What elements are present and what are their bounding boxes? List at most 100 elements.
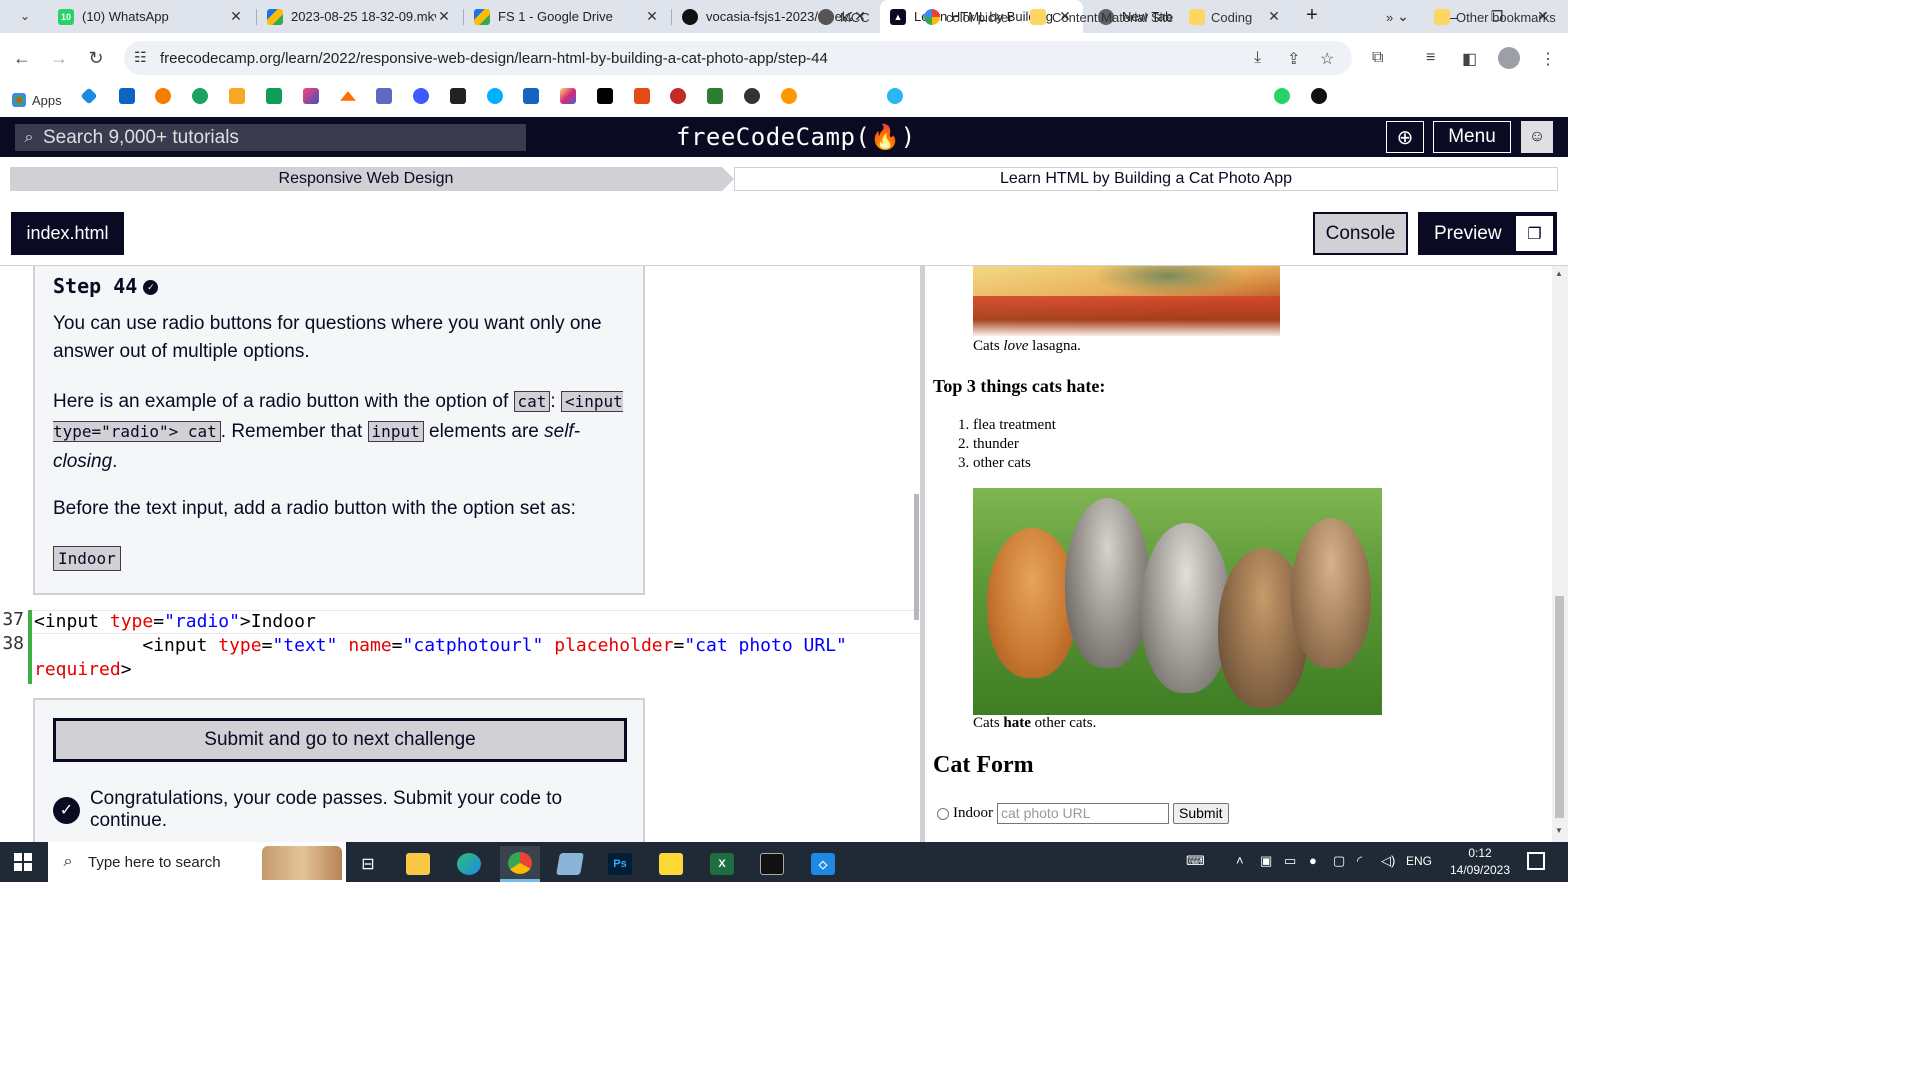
scroll-thumb[interactable] [1555, 596, 1564, 818]
notification-icon[interactable] [1527, 852, 1545, 870]
bookmark-icon[interactable] [192, 88, 208, 104]
tab-search-chevron-icon[interactable]: ⌄ [8, 4, 42, 28]
whatsapp-icon[interactable] [1274, 88, 1290, 104]
url-text[interactable]: freecodecamp.org/learn/2022/responsive-w… [160, 50, 828, 67]
bookmark-icon[interactable] [303, 88, 319, 104]
fcc-logo[interactable]: freeCodeCamp(🔥) [676, 123, 916, 151]
popout-window-icon[interactable]: ❐ [1516, 216, 1553, 251]
bookmark-icon[interactable] [523, 88, 539, 104]
keyboard-icon[interactable]: ⌨ [1186, 853, 1205, 869]
telegram-icon[interactable] [887, 88, 903, 104]
bookmark-icon[interactable] [376, 88, 392, 104]
submit-next-challenge-button[interactable]: Submit and go to next challenge [53, 718, 627, 762]
bookmark-icon[interactable] [487, 88, 503, 104]
bookmark-icon[interactable] [634, 88, 650, 104]
omnibox[interactable]: ☷ freecodecamp.org/learn/2022/responsive… [124, 41, 1352, 75]
install-app-icon[interactable]: ⤓ [1254, 49, 1261, 67]
github-icon[interactable] [1311, 88, 1327, 104]
forward-arrow-icon[interactable]: → [47, 46, 71, 70]
display-icon[interactable]: ▢ [1333, 853, 1345, 869]
bookmark-folder-coding[interactable]: Coding [1189, 5, 1252, 29]
close-icon[interactable]: ✕ [1266, 8, 1282, 25]
sticky-notes-icon[interactable] [651, 846, 691, 882]
meet-now-icon[interactable]: ▣ [1260, 853, 1272, 869]
bookmark-star-icon[interactable]: ☆ [1320, 49, 1334, 69]
chevron-up-icon[interactable]: ˄ [1236, 853, 1244, 868]
edge-icon[interactable] [449, 846, 489, 882]
back-arrow-icon[interactable]: ← [10, 46, 34, 70]
form-submit-button[interactable]: Submit [1173, 803, 1229, 824]
excel-icon[interactable]: X [702, 846, 742, 882]
bookmark-folder-content-material[interactable]: Content.Material Site [1030, 5, 1173, 29]
bookmarks-overflow-button[interactable]: » [1386, 5, 1393, 29]
close-icon[interactable]: ✕ [436, 8, 452, 25]
profile-avatar[interactable] [1498, 47, 1520, 69]
code-line-37[interactable]: <input type="radio">Indoor [34, 610, 316, 634]
google-sheets-icon[interactable] [266, 88, 282, 104]
bookmark-folder-other[interactable]: Other bookmarks [1434, 5, 1556, 29]
tab-drive[interactable]: FS 1 - Google Drive ✕ [464, 0, 670, 33]
bookmark-icon[interactable] [229, 88, 245, 104]
task-view-icon[interactable]: ⊟ [348, 846, 388, 882]
new-tab-button[interactable]: + [1298, 4, 1326, 28]
wifi-icon[interactable]: ◜ [1357, 853, 1362, 869]
language-indicator[interactable]: ENG [1406, 854, 1432, 868]
bookmark-icon[interactable] [744, 88, 760, 104]
kebab-menu-icon[interactable]: ⋮ [1540, 49, 1556, 69]
bookmark-icon[interactable] [670, 88, 686, 104]
code-token: "catphotourl" [402, 635, 544, 656]
site-info-icon[interactable]: ☷ [134, 49, 147, 66]
microphone-icon[interactable]: ● [1309, 853, 1317, 868]
windows-start-icon[interactable] [14, 853, 32, 871]
close-icon[interactable]: ✕ [228, 8, 244, 25]
file-explorer-icon[interactable] [398, 846, 438, 882]
code-line-38[interactable]: <input type="text" name="catphotourl" pl… [34, 634, 847, 658]
language-globe-icon[interactable]: ⊕ [1386, 121, 1424, 153]
chrome-taskbar-icon[interactable] [500, 846, 540, 882]
extensions-icon[interactable]: ⧉ [1372, 49, 1383, 67]
breadcrumb-course[interactable]: Responsive Web Design [10, 167, 722, 191]
instagram-icon[interactable] [560, 88, 576, 104]
cat-photo-url-input[interactable]: cat photo URL [997, 803, 1169, 824]
terminal-icon[interactable] [752, 846, 792, 882]
tab-whatsapp[interactable]: 10 (10) WhatsApp ✕ [48, 0, 254, 33]
scroll-down-icon[interactable]: ▼ [1555, 826, 1563, 835]
bookmark-apps[interactable]: Apps [12, 88, 62, 112]
tab-video[interactable]: 2023-08-25 18-32-09.mkv ✕ [257, 0, 462, 33]
reload-icon[interactable]: ↻ [84, 46, 108, 70]
tiktok-icon[interactable] [597, 88, 613, 104]
system-clock[interactable]: 0:12 14/09/2023 [1447, 845, 1513, 879]
notepad-icon[interactable] [550, 846, 590, 882]
bookmark-icon[interactable] [155, 88, 171, 104]
code-line-38-wrap[interactable]: required> [34, 658, 132, 682]
bookmark-icon[interactable] [781, 88, 797, 104]
file-tab-index-html[interactable]: index.html [11, 212, 124, 255]
battery-icon[interactable]: ▭ [1284, 853, 1296, 869]
vscode-icon[interactable]: ◇ [803, 846, 843, 882]
search-placeholder: Type here to search [88, 853, 221, 871]
search-input[interactable]: ⌕ Search 9,000+ tutorials [15, 124, 526, 151]
bookmark-icon[interactable] [413, 88, 429, 104]
indoor-radio[interactable] [937, 807, 949, 820]
bookmark-icon[interactable] [450, 88, 466, 104]
side-panel-icon[interactable]: ◧ [1462, 49, 1477, 69]
preview-scrollbar[interactable]: ▲ ▼ [1552, 266, 1568, 842]
bookmark-color-picker[interactable]: color picker [924, 5, 1012, 29]
preview-button[interactable]: Preview ❐ [1418, 212, 1557, 255]
linkedin-icon[interactable] [119, 88, 135, 104]
scroll-up-icon[interactable]: ▲ [1555, 269, 1563, 278]
console-button[interactable]: Console [1313, 212, 1408, 255]
user-avatar[interactable]: ☺ [1521, 121, 1553, 153]
breadcrumb-project[interactable]: Learn HTML by Building a Cat Photo App [734, 167, 1558, 191]
media-control-icon[interactable]: ≡ [1426, 49, 1435, 67]
close-icon[interactable]: ✕ [644, 8, 660, 25]
photoshop-icon[interactable]: Ps [600, 846, 640, 882]
editor-scrollbar[interactable] [914, 494, 919, 620]
bookmark-icon[interactable] [707, 88, 723, 104]
menu-button[interactable]: Menu [1433, 121, 1511, 153]
bookmark-mcc[interactable]: MCC [818, 5, 870, 29]
share-icon[interactable]: ⇪ [1287, 49, 1300, 69]
code-editor[interactable]: 37 38 <input type="radio">Indoor <input … [0, 606, 920, 684]
volume-icon[interactable]: ◁) [1381, 853, 1395, 869]
